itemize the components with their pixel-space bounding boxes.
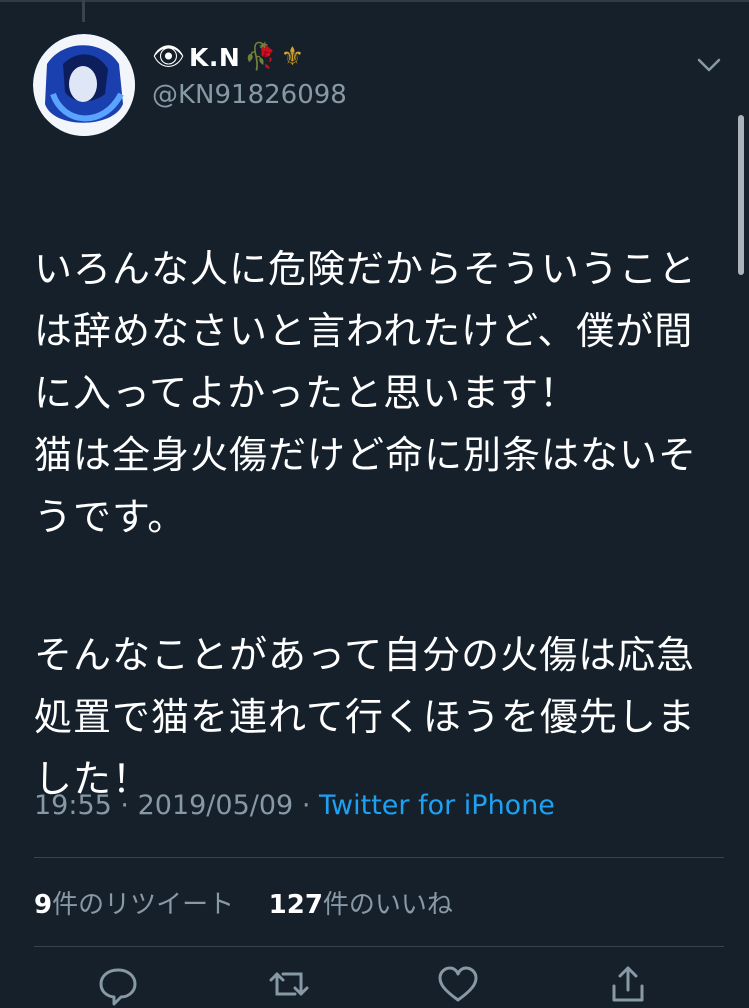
display-name-row[interactable]: 👁 K.N 🥀 ⚜ [152,42,304,72]
display-name: K.N [189,42,241,72]
like-icon[interactable] [434,960,482,1008]
user-handle[interactable]: @KN91826098 [152,80,347,110]
like-stat[interactable]: 127件のいいね [269,890,453,920]
fleur-de-lis-emoji-icon: ⚜ [280,42,304,72]
tweet-text-paragraph-2: そんなことがあって自分の火傷は応急処置で猫を連れて行くほうを優先しました！ [34,633,696,801]
scrollbar[interactable] [738,115,744,275]
divider [34,946,724,947]
avatar[interactable] [33,34,135,136]
meta-separator: · [120,790,129,821]
retweet-count: 9 [34,890,53,920]
wilted-rose-emoji-icon: 🥀 [244,42,277,72]
chevron-down-icon[interactable] [694,50,724,80]
like-count: 127 [268,890,323,920]
retweet-stat[interactable]: 9件のリツイート [34,890,234,920]
like-label: 件のいいね [322,890,453,920]
retweet-icon[interactable] [265,960,313,1008]
tweet-time: 19:55 [34,790,112,821]
tweet-date: 2019/05/09 [137,790,294,821]
share-icon[interactable] [604,960,652,1008]
eye-emoji-icon: 👁 [152,42,186,72]
tweet-body: いろんな人に危険だからそういうことは辞めなさいと言われたけど、僕が間に入ってよか… [34,176,714,872]
divider [34,857,724,858]
engagement-stats: 9件のリツイート 127件のいいね [34,884,453,921]
tweet-text-paragraph-1: いろんな人に危険だからそういうことは辞めなさいと言われたけど、僕が間に入ってよか… [34,247,698,539]
thread-connector-line [82,0,85,22]
tweet-source-link[interactable]: Twitter for iPhone [319,790,555,821]
meta-separator: · [301,790,311,821]
retweet-label: 件のリツイート [52,890,235,920]
tweet-metadata: 19:55 · 2019/05/09 · Twitter for iPhone [34,790,555,821]
reply-icon[interactable] [94,960,142,1008]
top-border [0,0,749,2]
